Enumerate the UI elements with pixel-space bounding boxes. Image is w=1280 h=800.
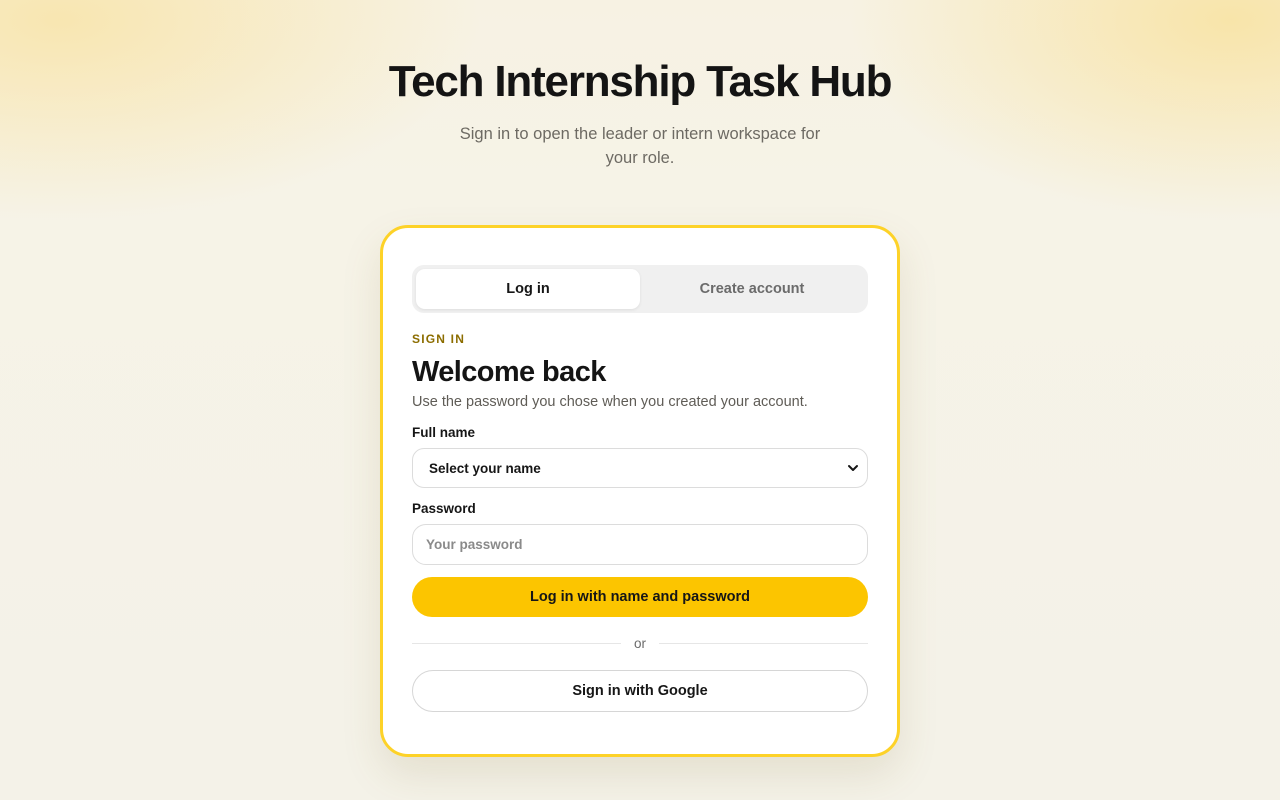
page-title: Tech Internship Task Hub	[388, 57, 893, 106]
section-eyebrow: SIGN IN	[412, 332, 466, 346]
auth-card: Log in Create account SIGN IN Welcome ba…	[380, 225, 900, 757]
page-header: Tech Internship Task Hub Sign in to open…	[0, 56, 1280, 170]
tab-create-account[interactable]: Create account	[640, 269, 864, 309]
chevron-down-icon	[848, 465, 858, 471]
password-placeholder: Your password	[426, 537, 523, 552]
divider-line-left	[412, 643, 621, 644]
form-heading: Welcome back	[412, 356, 606, 388]
full-name-select[interactable]: Select your name	[412, 448, 868, 488]
google-sign-in-button[interactable]: Sign in with Google	[412, 670, 868, 712]
full-name-label: Full name	[412, 425, 476, 440]
tab-log-in[interactable]: Log in	[416, 269, 640, 309]
login-submit-button[interactable]: Log in with name and password	[412, 577, 868, 617]
page-subtitle: Sign in to open the leader or intern wor…	[459, 125, 821, 167]
password-label: Password	[412, 501, 476, 516]
form-description: Use the password you chose when you crea…	[412, 394, 808, 410]
divider-line-right	[659, 643, 869, 644]
divider-text: or	[634, 636, 647, 651]
auth-tabs: Log in Create account	[412, 265, 868, 313]
or-divider: or	[412, 636, 869, 651]
password-input[interactable]: Your password	[412, 524, 868, 565]
full-name-select-value: Select your name	[429, 460, 541, 476]
